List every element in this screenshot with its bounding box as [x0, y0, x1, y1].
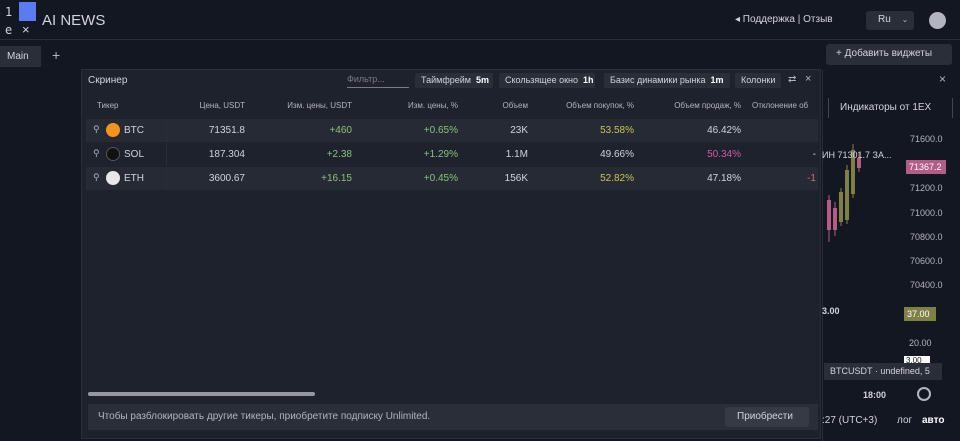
tab-main[interactable]: Main	[0, 46, 41, 67]
chip-label: Таймфрейм	[421, 75, 471, 85]
chip-value: 1h	[583, 75, 594, 85]
support-link[interactable]: ◂ Поддержка | Отзыв	[735, 14, 833, 25]
price-tick: 70600.0	[910, 256, 943, 266]
chip-label: Базис динамики рынка	[610, 75, 706, 85]
price-tick: 70800.0	[910, 232, 943, 242]
add-widget-button[interactable]: + Добавить виджеты	[826, 44, 952, 65]
column-divider	[166, 167, 167, 190]
volume-cell: 156K	[504, 173, 528, 184]
logo[interactable]: 1 e ×	[0, 0, 38, 40]
buy-volume-cell: 49.66%	[600, 149, 634, 160]
column-header[interactable]: Объем	[482, 101, 529, 110]
upgrade-text: Чтобы разблокировать другие тикеры, прио…	[98, 411, 431, 422]
time-axis-label: 18:00	[863, 390, 887, 400]
column-divider	[166, 143, 167, 166]
app-title: AI NEWS	[42, 12, 106, 29]
table-row[interactable]: ⚲ ETH 3600.67 +16.15 +0.45% 156K 52.82% …	[86, 167, 818, 190]
volume-cell: 1.1M	[505, 149, 528, 160]
chip-value: 5m	[475, 75, 489, 85]
avatar[interactable]	[929, 12, 946, 29]
indicator-value: 3.00	[822, 306, 840, 316]
column-header[interactable]: Объем покупок, %	[542, 101, 634, 110]
sell-volume-cell: 47.18%	[707, 173, 741, 184]
column-header[interactable]: Изм. цены, %	[382, 101, 458, 110]
bitcoin-icon	[106, 123, 120, 137]
close-icon[interactable]: ×	[22, 22, 30, 37]
columns-button[interactable]: Колонки	[735, 73, 781, 88]
auto-scale-toggle[interactable]: авто	[922, 415, 944, 426]
logo-digit: 1	[5, 5, 13, 19]
close-icon[interactable]: ×	[939, 72, 946, 86]
price-cell: 71351.8	[208, 125, 245, 136]
pin-icon[interactable]: ⚲	[93, 148, 100, 159]
ohlc-label: ИН 71301.7 ЗА...	[822, 150, 892, 160]
pin-icon[interactable]: ⚲	[93, 124, 100, 135]
chip-value: 1m	[710, 75, 724, 85]
pin-icon[interactable]: ⚲	[93, 172, 100, 183]
change-cell: +2.38	[326, 149, 352, 160]
deviation-cell: -	[812, 149, 816, 160]
swap-icon[interactable]: ⇄	[788, 74, 796, 85]
horizontal-scrollbar[interactable]	[88, 392, 315, 396]
logo-square	[19, 2, 36, 21]
timeframe-chip[interactable]: Таймфрейм 5m	[415, 73, 493, 88]
column-header[interactable]: Цена, USDT	[182, 101, 245, 110]
price-tick: 70400.0	[910, 280, 943, 290]
indicator-tick: 20.00	[909, 338, 932, 348]
tab-indicators[interactable]: Индикаторы от 1EX	[828, 98, 953, 118]
language-select[interactable]: Ru ⌄	[866, 11, 914, 30]
column-header[interactable]: Тикер	[97, 101, 119, 110]
buy-volume-cell: 53.58%	[600, 125, 634, 136]
add-tab-icon[interactable]: +	[52, 47, 60, 63]
logo-letter: e	[5, 23, 13, 37]
ethereum-icon	[106, 171, 120, 185]
timezone-label[interactable]: :27 (UTC+3)	[822, 415, 877, 426]
log-scale-toggle[interactable]: лог	[897, 415, 912, 426]
change-cell: +460	[329, 125, 352, 136]
close-icon[interactable]: ×	[805, 73, 811, 85]
symbol-tooltip: BTCUSDT · undefined, 5	[824, 363, 942, 380]
volume-cell: 23K	[510, 125, 528, 136]
window-chip[interactable]: Скользящее окно 1h	[499, 73, 595, 88]
chip-label: Скользящее окно	[505, 75, 579, 85]
ticker-symbol: SOL	[124, 149, 145, 160]
price-tick: 71000.0	[910, 208, 943, 218]
solana-icon	[106, 147, 120, 161]
price-cell: 187.304	[208, 149, 245, 160]
base-chip[interactable]: Базис динамики рынка 1m	[604, 73, 730, 88]
ticker-symbol: BTC	[124, 125, 144, 136]
upgrade-banner: Чтобы разблокировать другие тикеры, прио…	[88, 404, 818, 430]
indicator-tag: 37.00	[904, 307, 936, 321]
change-cell: +16.15	[321, 173, 352, 184]
sell-volume-cell: 50.34%	[707, 149, 741, 160]
column-header[interactable]: Объем продаж, %	[652, 101, 741, 110]
column-header[interactable]: Изм. цены, USDT	[272, 101, 352, 110]
price-tick: 71200.0	[910, 183, 943, 193]
chevron-down-icon: ⌄	[901, 15, 909, 24]
change-pct-cell: +1.29%	[423, 149, 458, 160]
gear-icon[interactable]	[917, 387, 931, 401]
price-cell: 3600.67	[208, 173, 245, 184]
screener-title: Скринер	[88, 75, 128, 86]
column-header[interactable]: Отклонение об	[752, 101, 821, 110]
language-value: Ru	[878, 14, 891, 25]
candlestick-chart[interactable]	[825, 130, 903, 250]
table-row[interactable]: ⚲ BTC 71351.8 +460 +0.65% 23K 53.58% 46.…	[86, 119, 818, 142]
column-divider	[166, 119, 167, 142]
filter-input[interactable]: Фильтр...	[347, 72, 409, 88]
deviation-cell: -1	[807, 173, 816, 184]
ticker-symbol: ETH	[124, 173, 144, 184]
change-pct-cell: +0.65%	[423, 125, 458, 136]
purchase-button[interactable]: Приобрести	[725, 407, 809, 427]
screener-widget: Скринер Фильтр... Таймфрейм 5m Скользящее…	[81, 69, 821, 439]
change-pct-cell: +0.45%	[423, 173, 458, 184]
price-tick: 71600.0	[910, 134, 943, 144]
table-row[interactable]: ⚲ SOL 187.304 +2.38 +1.29% 1.1M 49.66% 5…	[86, 143, 818, 166]
current-price-tag: 71367.2	[906, 160, 946, 174]
sell-volume-cell: 46.42%	[707, 125, 741, 136]
buy-volume-cell: 52.82%	[600, 173, 634, 184]
